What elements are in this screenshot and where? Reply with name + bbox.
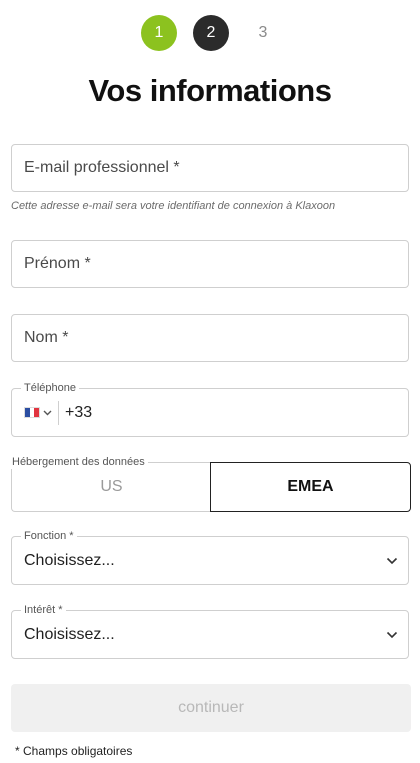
hosting-option-emea[interactable]: EMEA <box>210 462 411 512</box>
interest-select[interactable]: Intérêt * Choisissez... <box>11 603 409 659</box>
france-flag-icon <box>24 407 40 418</box>
phone-input-wrapper[interactable] <box>59 389 408 436</box>
step-3-indicator: 3 <box>258 24 268 41</box>
step-2-indicator: 2 <box>193 15 229 51</box>
step-1-indicator: 1 <box>141 15 177 51</box>
first-name-input[interactable] <box>12 241 408 287</box>
function-select[interactable]: Fonction * Choisissez... <box>11 529 409 585</box>
email-hint: Cette adresse e-mail sera votre identifi… <box>11 200 336 212</box>
phone-input[interactable] <box>59 389 408 436</box>
last-name-input[interactable] <box>12 315 408 361</box>
hosting-label: Hébergement des données <box>9 455 148 469</box>
first-name-field[interactable] <box>11 240 409 288</box>
function-label: Fonction * <box>21 529 77 543</box>
page-title: Vos informations <box>88 73 332 108</box>
country-code-select[interactable] <box>12 389 59 436</box>
phone-label: Téléphone <box>21 381 79 395</box>
data-hosting-toggle: US EMEA Hébergement des données <box>9 455 411 512</box>
interest-label: Intérêt * <box>21 603 66 617</box>
required-fields-note: * Champs obligatoires <box>15 744 133 758</box>
hosting-option-us[interactable]: US <box>11 462 211 512</box>
email-field[interactable] <box>11 144 409 192</box>
function-value: Choisissez... <box>24 551 115 569</box>
chevron-down-icon <box>386 631 398 638</box>
email-input[interactable] <box>12 145 408 191</box>
chevron-down-icon <box>386 557 398 564</box>
last-name-field[interactable] <box>11 314 409 362</box>
chevron-down-icon <box>43 410 52 415</box>
continue-button[interactable]: continuer <box>11 684 411 732</box>
interest-value: Choisissez... <box>24 625 115 643</box>
phone-field: Téléphone <box>11 381 409 437</box>
